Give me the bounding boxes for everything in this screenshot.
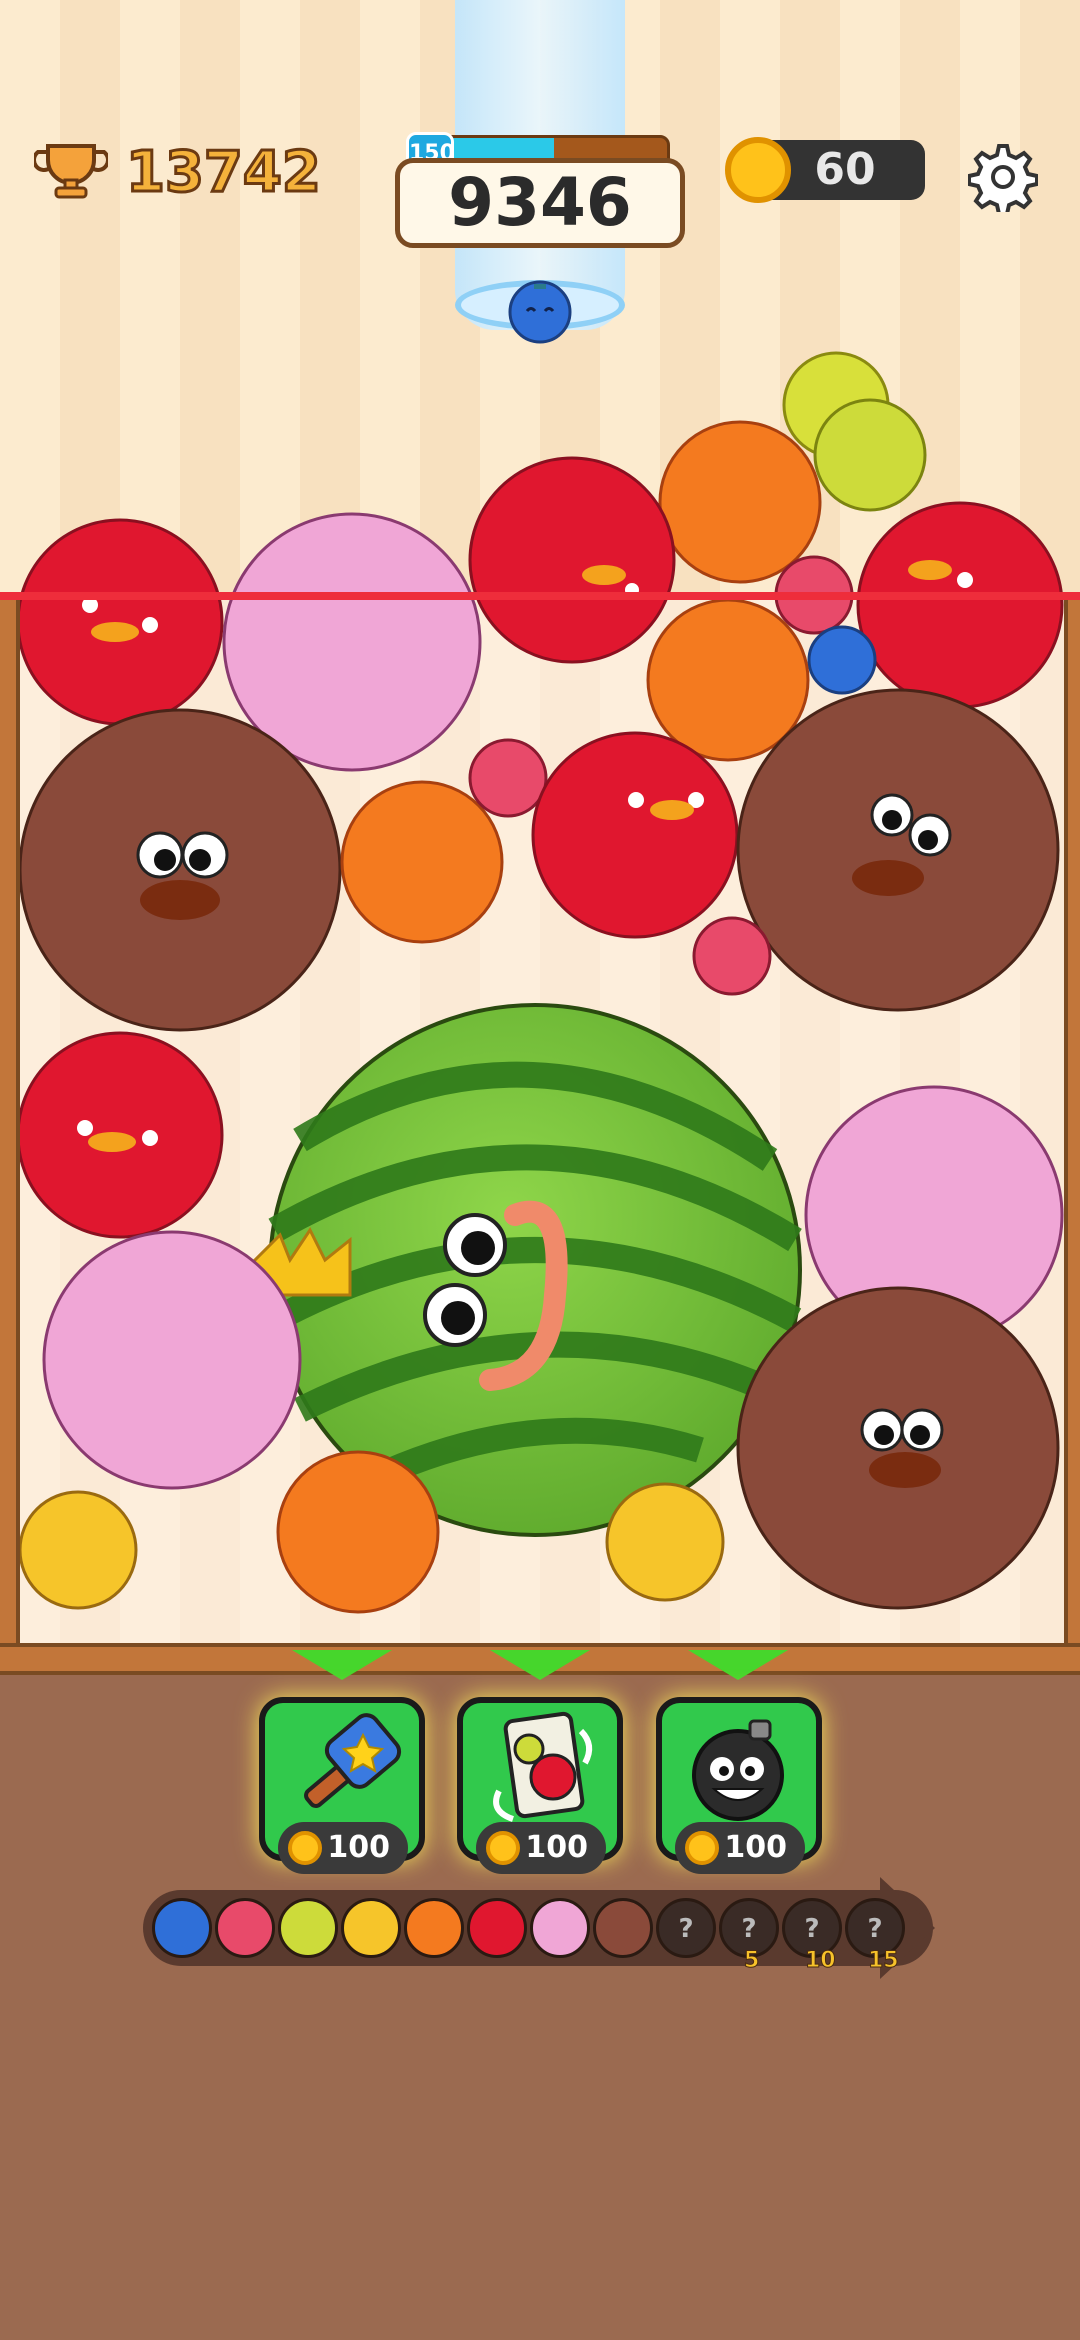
fruit-orange (276, 1450, 440, 1614)
fruit-orange (658, 420, 822, 584)
best-score: 13742 (125, 139, 323, 207)
fruit-blueberry (807, 625, 877, 695)
fruit-apple (16, 518, 224, 726)
evo-locked-1: ? (656, 1898, 716, 1958)
swap-card-icon (493, 1711, 593, 1822)
evo-lemon (278, 1898, 338, 1958)
evo-grapes (341, 1898, 401, 1958)
danger-line (0, 592, 1080, 600)
gear-icon[interactable] (968, 142, 1038, 212)
hammer-price: 100 (278, 1822, 408, 1874)
bomb-price: 100 (675, 1822, 805, 1874)
fruit-coconut (18, 708, 342, 1032)
powerup-arrow-swap (490, 1650, 590, 1680)
fruit-grapes (18, 1490, 138, 1610)
coin-icon (486, 1831, 520, 1865)
evo-reward-10: 10 (805, 1948, 837, 1974)
bomb-price-label: 100 (724, 1830, 787, 1865)
left-wall (0, 600, 20, 1650)
evo-apple (467, 1898, 527, 1958)
current-score: 9346 (395, 158, 685, 248)
right-wall (1064, 600, 1080, 1650)
fruit-coconut (736, 1286, 1060, 1610)
fruit-apple (16, 1031, 224, 1239)
game-board[interactable] (0, 351, 1080, 1650)
bomb-icon (692, 1719, 784, 1821)
powerup-arrow-hammer (292, 1650, 392, 1680)
swap-price: 100 (476, 1822, 606, 1874)
fruit-coconut (736, 688, 1060, 1012)
fruit-apple (468, 456, 676, 664)
coin-icon (288, 1831, 322, 1865)
hammer-price-label: 100 (327, 1830, 390, 1865)
fruit-orange (340, 780, 504, 944)
fruit-pear (813, 398, 927, 512)
fruit-strawberry (468, 738, 548, 818)
hammer-icon (304, 1713, 402, 1808)
fruit-pile (16, 351, 1064, 1650)
swap-price-label: 100 (525, 1830, 588, 1865)
powerup-arrow-bomb (688, 1650, 788, 1680)
fruit-apple (856, 501, 1064, 709)
evo-orange (404, 1898, 464, 1958)
fruit-peach (42, 1230, 302, 1490)
evo-reward-15: 15 (868, 1948, 900, 1974)
fruit-strawberry (692, 916, 772, 996)
evo-blueberry (152, 1898, 212, 1958)
fruit-grapes (605, 1482, 725, 1602)
coin-icon (725, 137, 791, 203)
fruit-apple (531, 731, 739, 939)
evo-coconut (593, 1898, 653, 1958)
coin-icon (685, 1831, 719, 1865)
evo-peach (530, 1898, 590, 1958)
evo-strawberry (215, 1898, 275, 1958)
evo-reward-5: 5 (743, 1948, 760, 1974)
trophy-icon (34, 144, 108, 199)
